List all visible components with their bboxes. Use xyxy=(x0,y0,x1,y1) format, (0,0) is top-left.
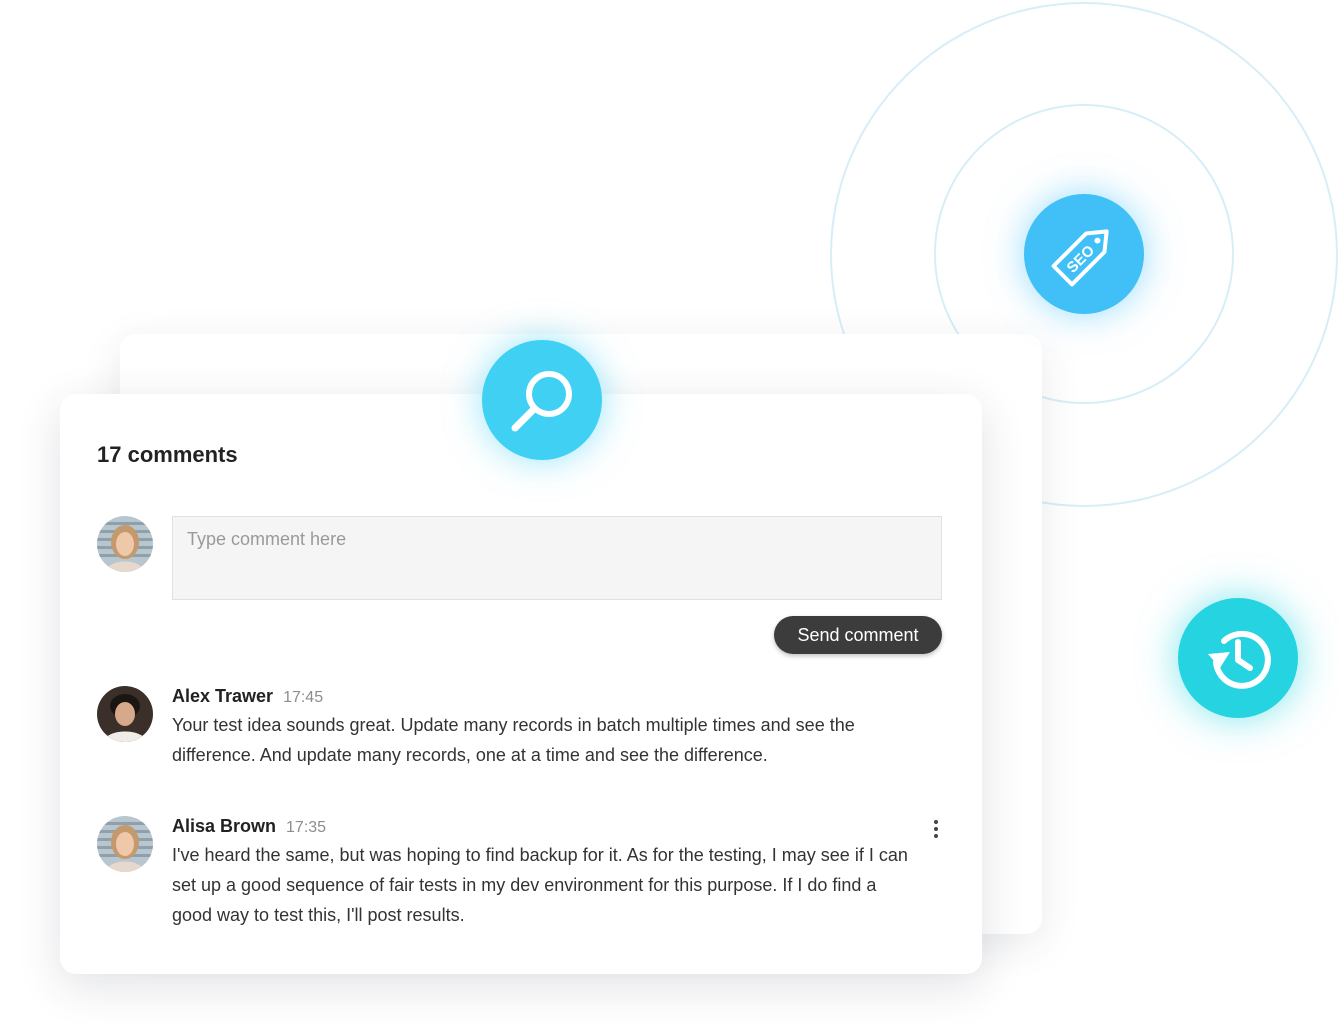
comment-item: Alex Trawer 17:45 Your test idea sounds … xyxy=(97,686,947,776)
comment-author[interactable]: Alisa Brown xyxy=(172,816,276,837)
send-comment-button[interactable]: Send comment xyxy=(774,616,942,654)
search-badge xyxy=(482,340,602,460)
page-stage: 17 comments Send comment xyxy=(0,0,1338,1036)
comment-input[interactable] xyxy=(172,516,942,600)
comment-time: 17:45 xyxy=(283,689,324,706)
comment-header: Alex Trawer 17:45 xyxy=(172,686,323,707)
more-options-icon[interactable] xyxy=(927,818,945,840)
history-badge xyxy=(1178,598,1298,718)
seo-tag-text: SEO xyxy=(1064,242,1099,277)
comment-author[interactable]: Alex Trawer xyxy=(172,686,273,707)
comment-text: I've heard the same, but was hoping to f… xyxy=(172,845,908,925)
commenter-avatar xyxy=(97,686,153,742)
seo-badge: SEO xyxy=(1024,194,1144,314)
seo-tag-icon: SEO xyxy=(1051,229,1109,287)
current-user-avatar xyxy=(97,516,153,572)
comment-header: Alisa Brown 17:35 xyxy=(172,816,326,837)
comment-time: 17:35 xyxy=(286,819,327,836)
comments-count-title: 17 comments xyxy=(97,442,238,467)
comment-text: Your test idea sounds great. Update many… xyxy=(172,715,855,765)
history-clock-icon xyxy=(1208,630,1271,689)
commenter-avatar xyxy=(97,816,153,872)
comments-card: 17 comments Send comment xyxy=(60,394,982,974)
comment-item: Alisa Brown 17:35 I've heard the same, b… xyxy=(97,816,947,936)
magnifier-icon xyxy=(511,371,572,432)
